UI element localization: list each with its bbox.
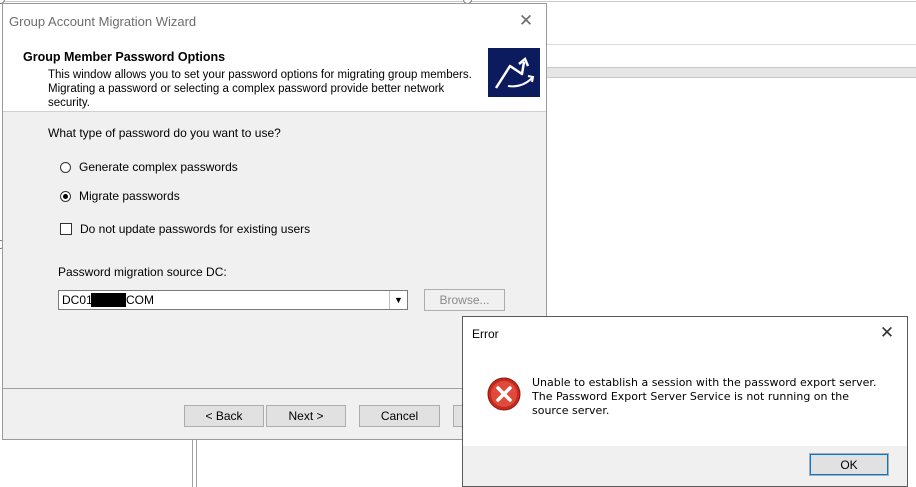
background-title-edge [0,1,916,2]
error-title: Error [472,327,499,341]
wizard-logo-icon [488,48,540,97]
error-content: Unable to establish a session with the p… [463,349,907,446]
error-icon [487,377,521,411]
background-toolbar-divider [546,44,916,45]
checkbox-unchecked[interactable] [60,223,72,235]
radio-migrate-passwords[interactable]: Migrate passwords [60,189,180,203]
error-titlebar: Error ✕ [463,317,907,349]
error-message: Unable to establish a session with the p… [532,376,877,417]
source-dc-label: Password migration source DC: [58,265,227,279]
browse-button[interactable]: Browse... [424,289,505,311]
source-dc-combobox[interactable]: DC01 COM ▼ [58,290,408,310]
radio-label: Migrate passwords [79,189,180,203]
source-dc-value-suffix: COM [126,293,154,307]
radio-button-checked[interactable] [60,190,71,202]
radio-button-unchecked[interactable] [60,161,71,173]
wizard-close-button[interactable]: ✕ [514,9,538,33]
error-dialog: Error ✕ Unable to establish a session wi… [462,316,908,487]
page-description: This window allows you to set your passw… [48,69,472,109]
error-close-button[interactable]: ✕ [875,321,899,345]
background-tree-pane [0,440,193,487]
radio-generate-complex[interactable]: Generate complex passwords [60,160,238,174]
next-button[interactable]: Next > [266,405,346,427]
page-heading: Group Member Password Options [23,50,226,64]
wizard-header: Group Member Password Options This windo… [3,38,546,112]
wizard-title: Group Account Migration Wizard [9,14,197,29]
chevron-down-icon[interactable]: ▼ [389,291,407,309]
checkbox-label: Do not update passwords for existing use… [80,222,311,236]
cancel-button[interactable]: Cancel [359,405,440,427]
source-dc-value-prefix: DC01 [62,293,93,307]
wizard-titlebar: Group Account Migration Wizard ✕ [3,4,546,38]
background-pane-splitter[interactable] [196,440,197,487]
password-type-question: What type of password do you want to use… [48,126,281,140]
radio-label: Generate complex passwords [79,160,238,174]
ok-button[interactable]: OK [809,453,889,476]
background-header-band [546,67,916,78]
checkbox-no-update-existing[interactable]: Do not update passwords for existing use… [60,222,310,236]
back-button[interactable]: < Back [184,405,264,427]
redaction-block [91,293,126,307]
